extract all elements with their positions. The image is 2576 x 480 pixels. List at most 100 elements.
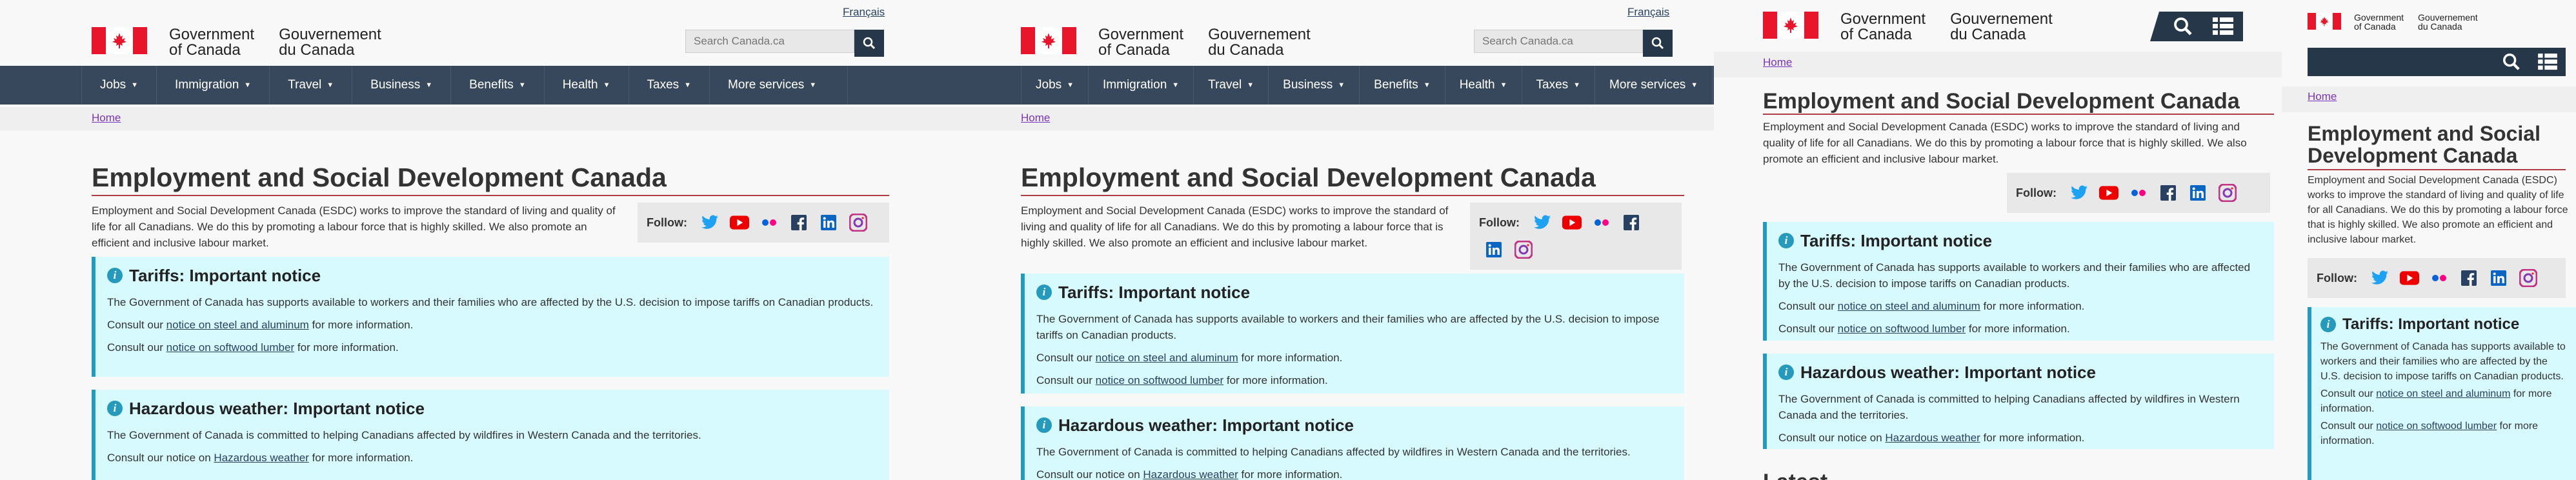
hazardous-weather-link[interactable]: Hazardous weather	[1143, 468, 1238, 480]
wordmark-fr: Gouvernement du Canada	[279, 26, 381, 59]
facebook-icon[interactable]	[2459, 268, 2479, 288]
flickr-icon[interactable]	[1592, 213, 1611, 232]
wordmark-fr: Gouvernement du Canada	[1950, 10, 2053, 43]
linkedin-icon[interactable]	[1484, 240, 1504, 259]
intro-text: Employment and Social Development Canada…	[1021, 205, 1449, 249]
flickr-icon[interactable]	[2430, 268, 2449, 288]
flickr-icon[interactable]	[2129, 183, 2148, 203]
menu-button[interactable]	[2203, 12, 2243, 41]
youtube-icon[interactable]	[1562, 213, 1582, 232]
youtube-icon[interactable]	[729, 213, 749, 232]
goc-signature[interactable]: Government of Canada Gouvernement du Canad…	[1021, 27, 1311, 58]
menu-grid-icon	[2213, 17, 2233, 35]
viewport-tablet: Government of Canada Gouvernement du Canad…	[1714, 0, 2282, 480]
goc-signature[interactable]: Government of Canada Gouvernement du Canad…	[2308, 13, 2478, 31]
linkedin-icon[interactable]	[819, 213, 838, 232]
search-toggle-button[interactable]	[2163, 12, 2203, 41]
menu-item-immigration[interactable]: Immigration ▼	[1089, 66, 1194, 105]
softwood-lumber-link[interactable]: notice on softwood lumber	[1096, 374, 1223, 386]
menu-item-more-services[interactable]: More services ▼	[710, 66, 849, 105]
breadcrumb: Home	[0, 107, 929, 130]
twitter-icon[interactable]	[2370, 268, 2390, 288]
social-follow: Follow:	[2007, 173, 2270, 213]
search-icon	[1651, 37, 1664, 50]
search-button[interactable]	[854, 30, 884, 57]
breadcrumb-home-link[interactable]: Home	[2308, 90, 2337, 103]
flickr-icon[interactable]	[760, 213, 779, 232]
menu-item-benefits[interactable]: Benefits ▼	[451, 66, 545, 105]
menu-item-taxes[interactable]: Taxes ▼	[1522, 66, 1596, 105]
instagram-icon[interactable]	[2218, 183, 2237, 203]
social-follow: Follow:	[1470, 203, 1682, 270]
menu-item-travel[interactable]: Travel ▼	[1194, 66, 1269, 105]
menu-item-travel[interactable]: Travel ▼	[270, 66, 353, 105]
steel-aluminum-link[interactable]: notice on steel and aluminum	[1096, 352, 1238, 364]
goc-signature[interactable]: Government of Canada Gouvernement du Canad…	[1763, 12, 2053, 43]
info-icon: i	[1778, 365, 1794, 380]
search-toggle-button[interactable]	[2493, 47, 2530, 77]
linkedin-icon[interactable]	[2489, 268, 2508, 288]
notice-body: The Government of Canada has supports av…	[107, 296, 874, 308]
info-icon: i	[107, 401, 123, 416]
notice-line: Consult our notice on steel and aluminum…	[1036, 352, 1343, 364]
goc-signature[interactable]: Government of Canada Gouvernement du Canad…	[92, 27, 381, 58]
instagram-icon[interactable]	[849, 213, 868, 232]
tariffs-notice: i Tariffs: Important notice The Governmen…	[1763, 222, 2274, 341]
steel-aluminum-link[interactable]: notice on steel and aluminum	[2376, 388, 2510, 399]
notice-line: Consult our notice on softwood lumber fo…	[107, 341, 399, 354]
steel-aluminum-link[interactable]: notice on steel and aluminum	[166, 319, 309, 331]
instagram-icon[interactable]	[2519, 268, 2538, 288]
search-input[interactable]	[685, 30, 854, 53]
linkedin-icon[interactable]	[2188, 183, 2208, 203]
twitter-icon[interactable]	[700, 213, 719, 232]
page-title: Employment and Social Development Canada	[2308, 122, 2541, 167]
notice-title: Hazardous weather: Important notice	[1800, 363, 2096, 382]
notice-line: Consult our notice on Hazardous weather …	[1036, 468, 1343, 480]
notice-body: The Government of Canada has supports av…	[1036, 313, 1660, 341]
menu-item-taxes[interactable]: Taxes ▼	[629, 66, 710, 105]
info-icon: i	[2320, 317, 2336, 332]
menu-item-health[interactable]: Health ▼	[545, 66, 629, 105]
menu-item-immigration[interactable]: Immigration ▼	[157, 66, 270, 105]
softwood-lumber-link[interactable]: notice on softwood lumber	[1838, 323, 1966, 335]
steel-aluminum-link[interactable]: notice on steel and aluminum	[1838, 300, 1980, 312]
menu-item-business[interactable]: Business ▼	[352, 66, 452, 105]
notice-line: Consult our notice on Hazardous weather …	[1778, 432, 2085, 444]
wordmark-fr: Gouvernement du Canada	[2418, 12, 2478, 32]
search-icon	[863, 37, 876, 50]
notice-body: The Government of Canada is committed to…	[1036, 446, 1631, 458]
instagram-icon[interactable]	[1514, 240, 1533, 259]
menu-item-health[interactable]: Health ▼	[1445, 66, 1522, 105]
follow-label: Follow:	[647, 215, 687, 229]
breadcrumb-home-link[interactable]: Home	[1763, 56, 1792, 69]
menu-item-more-services[interactable]: More services ▼	[1595, 66, 1713, 105]
notice-body: The Government of Canada has supports av…	[2320, 341, 2566, 382]
facebook-icon[interactable]	[2158, 183, 2178, 203]
youtube-icon[interactable]	[2098, 183, 2118, 203]
twitter-icon[interactable]	[2069, 183, 2089, 203]
breadcrumb-home-link[interactable]: Home	[92, 112, 121, 125]
page-title: Employment and Social Development Canada	[1763, 89, 2240, 114]
menu-button[interactable]	[2530, 47, 2566, 77]
hazardous-weather-link[interactable]: Hazardous weather	[214, 452, 308, 464]
softwood-lumber-link[interactable]: notice on softwood lumber	[2376, 421, 2497, 432]
menu-item-benefits[interactable]: Benefits ▼	[1360, 66, 1445, 105]
youtube-icon[interactable]	[2399, 268, 2419, 288]
search-input[interactable]	[1474, 30, 1643, 53]
hazardous-weather-link[interactable]: Hazardous weather	[1885, 432, 1980, 444]
canada-flag-icon	[2308, 13, 2341, 30]
menu-item-business[interactable]: Business ▼	[1269, 66, 1360, 105]
search-button[interactable]	[1643, 30, 1673, 57]
twitter-icon[interactable]	[1533, 213, 1552, 232]
page-title: Employment and Social Development Canada	[1021, 163, 1596, 192]
breadcrumb-home-link[interactable]: Home	[1021, 112, 1050, 125]
follow-label: Follow:	[2016, 186, 2057, 199]
menu-item-jobs[interactable]: Jobs ▼	[82, 66, 157, 105]
menu-item-jobs[interactable]: Jobs ▼	[1021, 66, 1089, 105]
facebook-icon[interactable]	[1622, 213, 1641, 232]
language-toggle[interactable]: Français	[1627, 6, 1669, 19]
language-toggle[interactable]: Français	[843, 6, 885, 19]
facebook-icon[interactable]	[789, 213, 809, 232]
social-follow: Follow:	[2308, 258, 2566, 298]
softwood-lumber-link[interactable]: notice on softwood lumber	[166, 341, 294, 354]
